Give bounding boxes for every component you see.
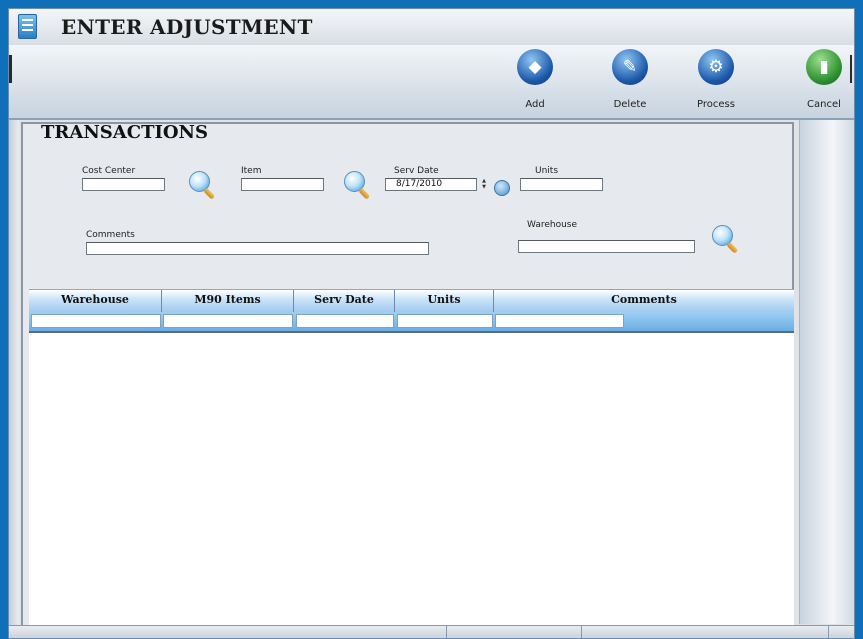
- serv-date-label: Serv Date: [394, 166, 439, 176]
- column-header-warehouse[interactable]: Warehouse: [29, 290, 162, 312]
- cell-serv-date[interactable]: [296, 314, 394, 328]
- cell-m90-items[interactable]: [163, 314, 293, 328]
- spin-down-icon[interactable]: ▼: [478, 184, 490, 190]
- units-field[interactable]: [520, 178, 603, 191]
- cost-center-field[interactable]: [82, 178, 165, 191]
- right-sidebar: [799, 120, 854, 624]
- cancel-button-label: Cancel: [807, 99, 841, 110]
- item-field[interactable]: [241, 178, 324, 191]
- add-button[interactable]: ◆ Add: [505, 45, 565, 118]
- calendar-icon[interactable]: [494, 180, 510, 196]
- title-bar: ENTER ADJUSTMENT: [9, 9, 854, 46]
- delete-button-label: Delete: [613, 99, 647, 110]
- process-button[interactable]: ⚙ Process: [686, 45, 746, 118]
- warehouse-search-icon[interactable]: [710, 223, 740, 254]
- column-header-m90-items[interactable]: M90 Items: [162, 290, 294, 312]
- window-title: ENTER ADJUSTMENT: [61, 15, 313, 39]
- left-border: [9, 120, 19, 638]
- date-spinner[interactable]: ▲ ▼: [478, 178, 490, 191]
- grid-body[interactable]: [29, 331, 794, 630]
- cancel-button[interactable]: ▮ Cancel: [794, 45, 854, 118]
- comments-field[interactable]: [86, 242, 429, 255]
- process-button-label: Process: [697, 99, 735, 110]
- toolbar-edge-right: [850, 55, 852, 83]
- delete-pencil-icon: ✎: [612, 49, 648, 85]
- warehouse-label: Warehouse: [527, 220, 578, 230]
- warehouse-field[interactable]: [518, 240, 695, 253]
- units-label: Units: [535, 166, 559, 176]
- document-icon: [18, 14, 37, 39]
- status-separator: [446, 626, 447, 638]
- comments-label: Comments: [86, 230, 135, 240]
- add-disk-icon: ◆: [517, 49, 553, 85]
- cost-center-label: Cost Center: [82, 166, 136, 176]
- toolbar: ◆ Add ✎ Delete ⚙ Process ▮ Cancel: [9, 45, 854, 120]
- serv-date-field[interactable]: 8/17/2010: [385, 178, 477, 191]
- cost-center-search-icon[interactable]: [187, 169, 217, 200]
- table-row[interactable]: [29, 312, 794, 331]
- item-search-icon[interactable]: [342, 169, 372, 200]
- status-separator: [581, 626, 582, 638]
- grid-header: Warehouse M90 Items Serv Date Units Comm…: [29, 289, 794, 313]
- section-title: TRANSACTIONS: [41, 122, 209, 143]
- column-header-comments[interactable]: Comments: [494, 290, 794, 312]
- status-bar: [9, 625, 854, 638]
- exit-door-icon: ▮: [806, 49, 842, 85]
- cell-comments[interactable]: [495, 314, 624, 328]
- add-button-label: Add: [525, 99, 545, 110]
- cell-units[interactable]: [397, 314, 493, 328]
- status-separator: [828, 626, 829, 638]
- toolbar-edge-left: [9, 55, 12, 83]
- cell-warehouse[interactable]: [31, 314, 161, 328]
- application-window: ENTER ADJUSTMENT ◆ Add ✎ Delete ⚙ Proces…: [8, 8, 855, 639]
- column-header-units[interactable]: Units: [395, 290, 494, 312]
- delete-button[interactable]: ✎ Delete: [600, 45, 660, 118]
- process-gear-icon: ⚙: [698, 49, 734, 85]
- item-label: Item: [241, 166, 262, 176]
- column-header-serv-date[interactable]: Serv Date: [294, 290, 395, 312]
